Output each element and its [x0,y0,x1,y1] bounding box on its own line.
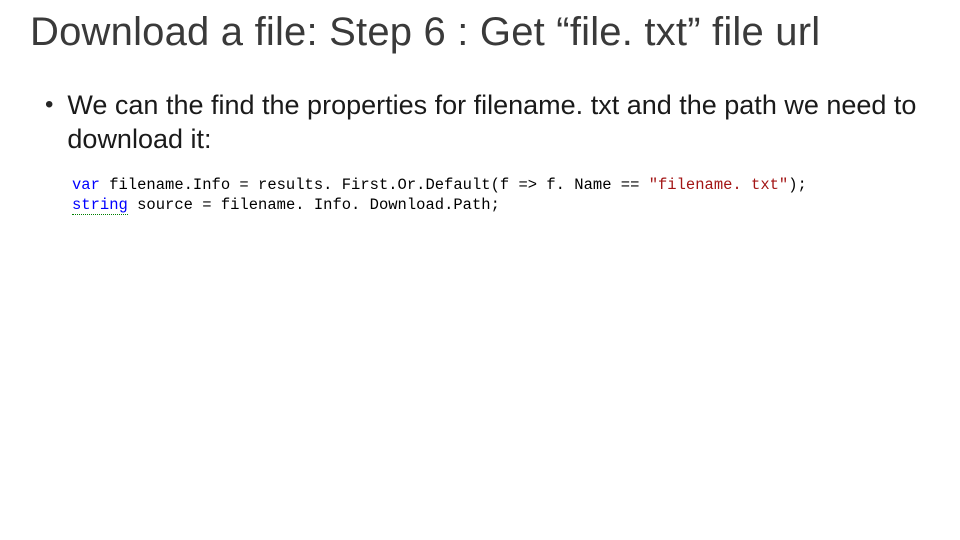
bullet-item: • We can the find the properties for fil… [45,89,930,157]
slide: Download a file: Step 6 : Get “file. txt… [0,0,960,540]
code-keyword-string: string [72,196,128,215]
code-line1-end: ); [788,176,807,194]
bullet-text: We can the find the properties for filen… [67,89,930,157]
code-string-literal: "filename. txt" [649,176,789,194]
code-block: var filename.Info = results. First.Or.De… [72,175,930,217]
slide-title: Download a file: Step 6 : Get “file. txt… [30,10,930,54]
code-line1-mid: filename.Info = results. First.Or.Defaul… [100,176,649,194]
bullet-dot-icon: • [45,91,53,120]
code-keyword-var: var [72,176,100,194]
code-line2-rest: source = filename. Info. Download.Path; [128,196,500,214]
